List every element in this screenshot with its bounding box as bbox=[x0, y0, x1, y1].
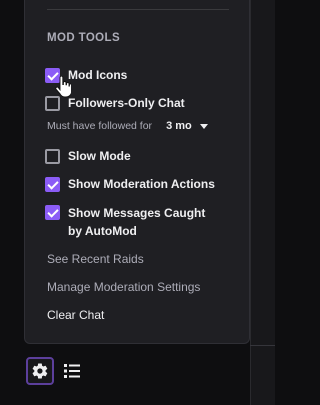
option-label: Mod Icons bbox=[68, 68, 128, 82]
option-show-moderation-actions[interactable]: Show Moderation Actions bbox=[45, 176, 215, 193]
option-show-automod-messages[interactable]: Show Messages Caught by AutoMod bbox=[45, 204, 208, 240]
followers-duration-dropdown[interactable]: 3 mo bbox=[166, 120, 192, 132]
option-label: Slow Mode bbox=[68, 149, 131, 163]
chevron-down-icon[interactable] bbox=[199, 123, 208, 129]
section-title-mod-tools: MOD TOOLS bbox=[47, 32, 121, 44]
followers-duration-row: Must have followed for 3 mo bbox=[47, 120, 208, 132]
option-label: Followers-Only Chat bbox=[68, 96, 185, 110]
show-automod-messages-checkbox[interactable] bbox=[45, 205, 60, 220]
slow-mode-checkbox[interactable] bbox=[45, 149, 60, 164]
clear-chat-button[interactable]: Clear Chat bbox=[47, 308, 104, 322]
followers-only-checkbox[interactable] bbox=[45, 96, 60, 111]
hand-pointer-icon bbox=[55, 76, 71, 98]
list-icon bbox=[64, 364, 80, 378]
followers-duration-label: Must have followed for bbox=[47, 120, 153, 132]
option-label: Show Moderation Actions bbox=[68, 177, 215, 191]
chat-settings-popover: MOD TOOLS Mod Icons Followers-Only Chat … bbox=[24, 0, 250, 344]
chat-list-button[interactable] bbox=[60, 359, 84, 383]
chat-scroll-area bbox=[250, 0, 275, 405]
option-label: Show Messages Caught by AutoMod bbox=[68, 206, 206, 238]
divider bbox=[250, 345, 275, 346]
gear-icon bbox=[32, 363, 48, 379]
see-recent-raids-link[interactable]: See Recent Raids bbox=[47, 252, 144, 266]
manage-moderation-settings-link[interactable]: Manage Moderation Settings bbox=[47, 280, 200, 294]
chat-settings-button[interactable] bbox=[26, 357, 54, 385]
divider bbox=[47, 9, 229, 10]
show-moderation-actions-checkbox[interactable] bbox=[45, 177, 60, 192]
option-slow-mode[interactable]: Slow Mode bbox=[45, 148, 131, 165]
